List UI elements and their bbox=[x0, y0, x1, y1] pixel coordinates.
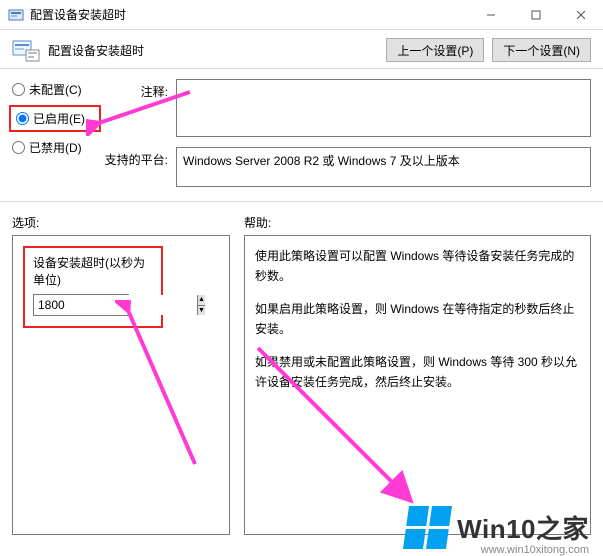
separator bbox=[0, 68, 603, 69]
watermark-brand: Win10之家 bbox=[457, 514, 589, 544]
section-labels: 选项: 帮助: bbox=[0, 208, 603, 233]
close-button[interactable] bbox=[558, 0, 603, 29]
lower-panels: 设备安装超时(以秒为单位) ▲ ▼ 使用此策略设置可以配置 Windows 等待… bbox=[0, 233, 603, 543]
config-area: 未配置(C) 已启用(E) 已禁用(D) 注释: 支持的平台: Windows … bbox=[0, 75, 603, 201]
header-row: 配置设备安装超时 上一个设置(P) 下一个设置(N) bbox=[0, 30, 603, 68]
windows-logo-icon bbox=[403, 506, 452, 549]
header-title: 配置设备安装超时 bbox=[48, 42, 378, 59]
prev-setting-button[interactable]: 上一个设置(P) bbox=[386, 38, 484, 62]
window-title: 配置设备安装超时 bbox=[30, 6, 468, 23]
next-setting-button[interactable]: 下一个设置(N) bbox=[492, 38, 591, 62]
radio-not-configured-input[interactable] bbox=[12, 83, 25, 96]
spinner-down[interactable]: ▼ bbox=[198, 306, 205, 316]
radio-disabled[interactable]: 已禁用(D) bbox=[12, 139, 98, 156]
policy-icon bbox=[12, 38, 40, 62]
platform-label: 支持的平台: bbox=[98, 147, 168, 168]
comment-label: 注释: bbox=[98, 79, 168, 100]
spinner-up[interactable]: ▲ bbox=[198, 295, 205, 306]
comment-input[interactable] bbox=[176, 79, 591, 137]
radio-enabled[interactable]: 已启用(E) bbox=[12, 108, 98, 129]
timeout-group: 设备安装超时(以秒为单位) ▲ ▼ bbox=[23, 246, 163, 328]
timeout-spinner[interactable]: ▲ ▼ bbox=[33, 294, 129, 316]
watermark-url: www.win10xitong.com bbox=[481, 544, 589, 556]
radio-disabled-input[interactable] bbox=[12, 141, 25, 154]
spinner-buttons: ▲ ▼ bbox=[197, 295, 205, 315]
options-panel: 设备安装超时(以秒为单位) ▲ ▼ bbox=[12, 235, 230, 535]
radio-enabled-label: 已启用(E) bbox=[33, 110, 85, 127]
radio-disabled-label: 已禁用(D) bbox=[29, 139, 82, 156]
radio-enabled-input[interactable] bbox=[16, 112, 29, 125]
state-radios: 未配置(C) 已启用(E) 已禁用(D) bbox=[12, 79, 98, 156]
help-p2: 如果启用此策略设置，则 Windows 在等待指定的秒数后终止安装。 bbox=[255, 299, 580, 340]
help-p3: 如果禁用或未配置此策略设置，则 Windows 等待 300 秒以允许设备安装任… bbox=[255, 352, 580, 393]
help-p1: 使用此策略设置可以配置 Windows 等待设备安装任务完成的秒数。 bbox=[255, 246, 580, 287]
watermark: Win10之家 www.win10xitong.com bbox=[406, 506, 589, 549]
app-icon bbox=[8, 7, 24, 23]
maximize-button[interactable] bbox=[513, 0, 558, 29]
options-label: 选项: bbox=[12, 214, 244, 231]
separator-2 bbox=[0, 201, 603, 202]
radio-not-configured-label: 未配置(C) bbox=[29, 81, 82, 98]
window-controls bbox=[468, 0, 603, 29]
minimize-button[interactable] bbox=[468, 0, 513, 29]
help-panel: 使用此策略设置可以配置 Windows 等待设备安装任务完成的秒数。 如果启用此… bbox=[244, 235, 591, 535]
radio-not-configured[interactable]: 未配置(C) bbox=[12, 81, 98, 98]
help-label: 帮助: bbox=[244, 214, 591, 231]
platform-value: Windows Server 2008 R2 或 Windows 7 及以上版本 bbox=[176, 147, 591, 187]
timeout-input[interactable] bbox=[34, 295, 197, 315]
timeout-label: 设备安装超时(以秒为单位) bbox=[33, 254, 153, 288]
titlebar: 配置设备安装超时 bbox=[0, 0, 603, 30]
